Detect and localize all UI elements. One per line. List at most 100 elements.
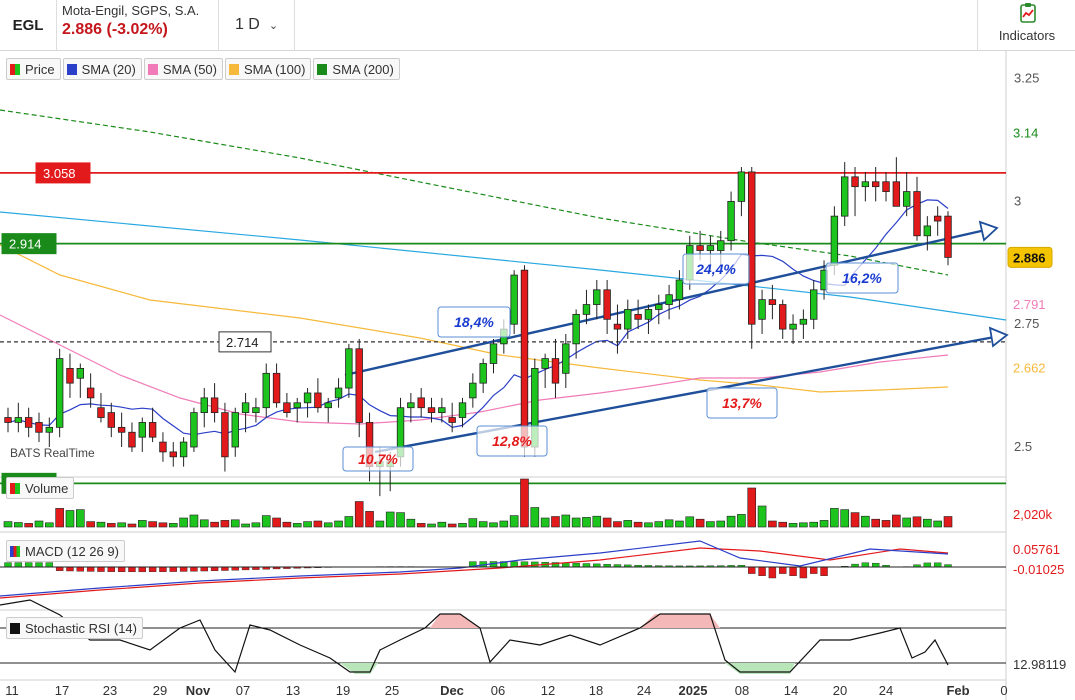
stoch-panel-label[interactable]: Stochastic RSI (14) (6, 617, 143, 639)
volume-bar (14, 522, 23, 528)
x-tick-label: 12 (541, 683, 555, 698)
macd-label: MACD (12 26 9) (25, 543, 119, 559)
volume-bar (819, 520, 829, 528)
candle-body (448, 417, 456, 423)
legend-sma50[interactable]: SMA (50) (143, 58, 223, 80)
axis-value-label: 2.791 (1013, 297, 1046, 312)
candle-body (76, 368, 85, 379)
candle-body (489, 343, 498, 364)
macd-histogram-bar (138, 566, 146, 573)
volume-bar (220, 520, 230, 528)
x-tick-label: 24 (637, 683, 651, 698)
volume-bar (695, 518, 705, 528)
volume-bar (861, 515, 870, 528)
macd-histogram-bar (14, 562, 23, 568)
volume-bar (86, 521, 95, 528)
candle-body (324, 402, 332, 409)
candle-body (841, 176, 849, 217)
candle-body (262, 372, 270, 409)
macd-histogram-bar (758, 566, 766, 577)
percent-annotation-text: 16,2% (842, 270, 882, 286)
volume-bar (892, 514, 901, 528)
candle-body (830, 215, 839, 266)
candle-body (293, 402, 301, 409)
volume-bar (189, 514, 199, 528)
volume-bar (468, 518, 478, 528)
legend: Price SMA (20) SMA (50) SMA (100) SMA (2… (6, 58, 400, 80)
volume-bar (881, 520, 891, 528)
volume-bar (788, 523, 798, 528)
volume-bar (334, 520, 343, 528)
volume-bar (261, 515, 271, 528)
volume-bar (251, 522, 261, 528)
x-tick-label: 06 (491, 683, 505, 698)
x-tick-label: 11 (5, 683, 19, 698)
legend-price-label: Price (25, 61, 55, 77)
candle-body (551, 358, 560, 384)
candle-body (892, 181, 901, 207)
sma20-swatch (66, 63, 77, 75)
volume-bar (912, 516, 922, 528)
x-tick-label: Feb (946, 683, 969, 698)
macd-histogram-bar (97, 566, 105, 572)
last-price-value: 2.886 (1013, 250, 1046, 265)
volume-bar (427, 523, 436, 528)
stoch-swatch (10, 622, 20, 634)
realtime-label: BATS RealTime (10, 446, 95, 460)
volume-bar (933, 520, 942, 528)
timeframe-select[interactable]: 1 D ⌄ (218, 0, 295, 50)
legend-sma200-label: SMA (200) (332, 61, 394, 77)
candle-body (541, 358, 549, 369)
volume-bar (489, 522, 498, 528)
arrow-head-lower (988, 326, 1009, 348)
indicators-icon (1020, 3, 1036, 23)
volume-bar (675, 520, 684, 528)
volume-bar (943, 516, 953, 528)
axis-value-label: 3.14 (1013, 126, 1038, 141)
candle-body (933, 215, 942, 222)
volume-bar (478, 521, 488, 528)
macd-histogram-bar (768, 566, 777, 579)
volume-bar (737, 514, 746, 528)
legend-sma20[interactable]: SMA (20) (62, 58, 142, 80)
symbol-box[interactable]: EGL (0, 0, 57, 50)
legend-sma200[interactable]: SMA (200) (313, 58, 400, 80)
candle-body (303, 392, 312, 404)
macd-histogram-bar (789, 566, 797, 577)
candle-body (624, 309, 632, 330)
candle-body (438, 407, 446, 414)
legend-sma100[interactable]: SMA (100) (225, 58, 312, 80)
candle-body (24, 417, 33, 428)
candle-body (169, 451, 177, 458)
volume-bar (76, 509, 85, 528)
candle-body (789, 323, 797, 330)
macd-histogram-bar (810, 566, 818, 574)
candle-body (55, 358, 64, 428)
candle-body (779, 304, 787, 330)
x-tick-label: 14 (784, 683, 798, 698)
indicators-button[interactable]: Indicators (977, 0, 1075, 50)
macd-histogram-bar (179, 566, 188, 572)
sma200-swatch (317, 63, 328, 75)
candle-body (272, 372, 281, 404)
y-tick-label: 2.5 (1014, 439, 1032, 454)
legend-price[interactable]: Price (6, 58, 61, 80)
volume-bar (499, 520, 509, 528)
price-quote: 2.886 (-3.02%) (62, 21, 168, 38)
x-tick-label: 2025 (679, 683, 708, 698)
y-tick-label: 2.75 (1014, 316, 1039, 331)
stock-chart[interactable]: 4.2543.753.53.2532.752.54.13.6263.0582.9… (0, 50, 1075, 700)
candle-body (138, 422, 146, 438)
macd-panel-label[interactable]: MACD (12 26 9) (6, 540, 125, 562)
x-tick-label: 18 (589, 683, 603, 698)
candle-body (345, 348, 353, 389)
macd-histogram-bar (117, 566, 126, 572)
volume-bar (230, 519, 240, 528)
candle-body (593, 289, 601, 305)
x-tick-label: 07 (236, 683, 250, 698)
macd-signal-value: -0.01025 (1013, 562, 1064, 577)
volume-bar (768, 520, 777, 528)
volume-panel-label[interactable]: Volume (6, 477, 75, 499)
percent-annotation-text: 10.7% (358, 451, 398, 467)
volume-bar (602, 517, 612, 528)
